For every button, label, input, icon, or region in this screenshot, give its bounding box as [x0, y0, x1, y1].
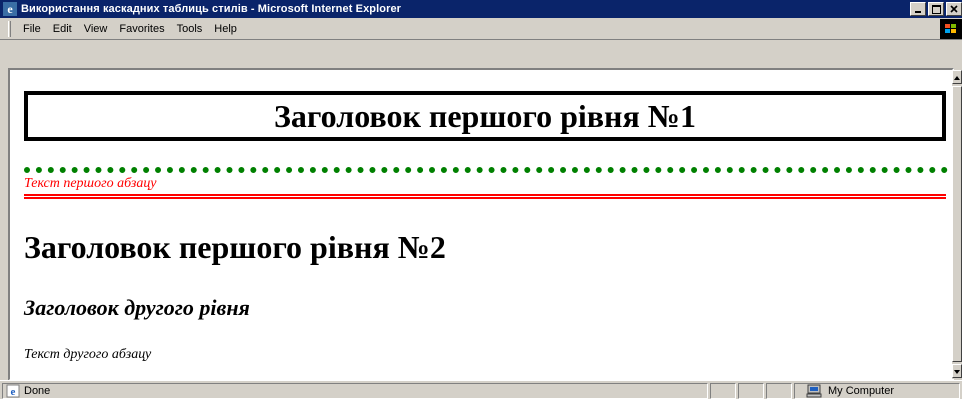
menu-help[interactable]: Help [208, 21, 243, 37]
svg-text:e: e [7, 2, 13, 16]
minimize-button[interactable] [910, 2, 926, 16]
menu-favorites[interactable]: Favorites [113, 21, 170, 37]
close-icon [950, 5, 958, 13]
scroll-up-button[interactable] [952, 70, 962, 84]
status-bar: e Done My Computer [0, 380, 962, 399]
heading-2: Заголовок другого рівня [24, 295, 250, 320]
menu-tools[interactable]: Tools [171, 21, 209, 37]
status-text: Done [24, 385, 51, 397]
heading-1-boxed: Заголовок першого рівня №1 [24, 91, 946, 141]
toolbar-grip[interactable] [8, 20, 11, 37]
computer-icon [806, 384, 822, 398]
status-text-panel: e Done [2, 383, 708, 399]
status-panel-4 [766, 383, 792, 399]
dotted-green-rule [24, 167, 948, 173]
zone-panel: My Computer [794, 383, 960, 399]
vertical-scrollbar[interactable] [952, 70, 962, 379]
paragraph-2: Текст другого абзацу [24, 347, 152, 362]
menu-view[interactable]: View [78, 21, 114, 37]
status-panel-3 [738, 383, 764, 399]
close-button[interactable] [946, 2, 962, 16]
ie-icon: e [3, 2, 17, 16]
maximize-icon [931, 4, 941, 14]
minimize-icon [915, 11, 921, 13]
window-title: Використання каскадних таблиць стилів - … [21, 3, 402, 15]
windows-logo-icon [940, 19, 962, 39]
arrow-down-icon [954, 370, 960, 374]
scroll-down-button[interactable] [952, 364, 962, 378]
zone-text: My Computer [828, 385, 895, 397]
status-panel-2 [710, 383, 736, 399]
arrow-up-icon [954, 76, 960, 80]
ie-page-icon: e [6, 384, 20, 398]
svg-text:e: e [11, 386, 16, 398]
double-red-rule [24, 194, 946, 199]
page-content[interactable]: Заголовок першого рівня №1 Текст першого… [10, 70, 952, 379]
heading-1-plain: Заголовок першого рівня №2 [24, 229, 446, 265]
paragraph-1: Текст першого абзацу [24, 176, 157, 191]
menu-edit[interactable]: Edit [47, 21, 78, 37]
scroll-thumb[interactable] [952, 86, 962, 362]
title-bar[interactable]: e Використання каскадних таблиць стилів … [0, 0, 962, 18]
menu-file[interactable]: File [17, 21, 47, 37]
maximize-button[interactable] [928, 2, 944, 16]
menu-bar: File Edit View Favorites Tools Help [0, 18, 962, 40]
